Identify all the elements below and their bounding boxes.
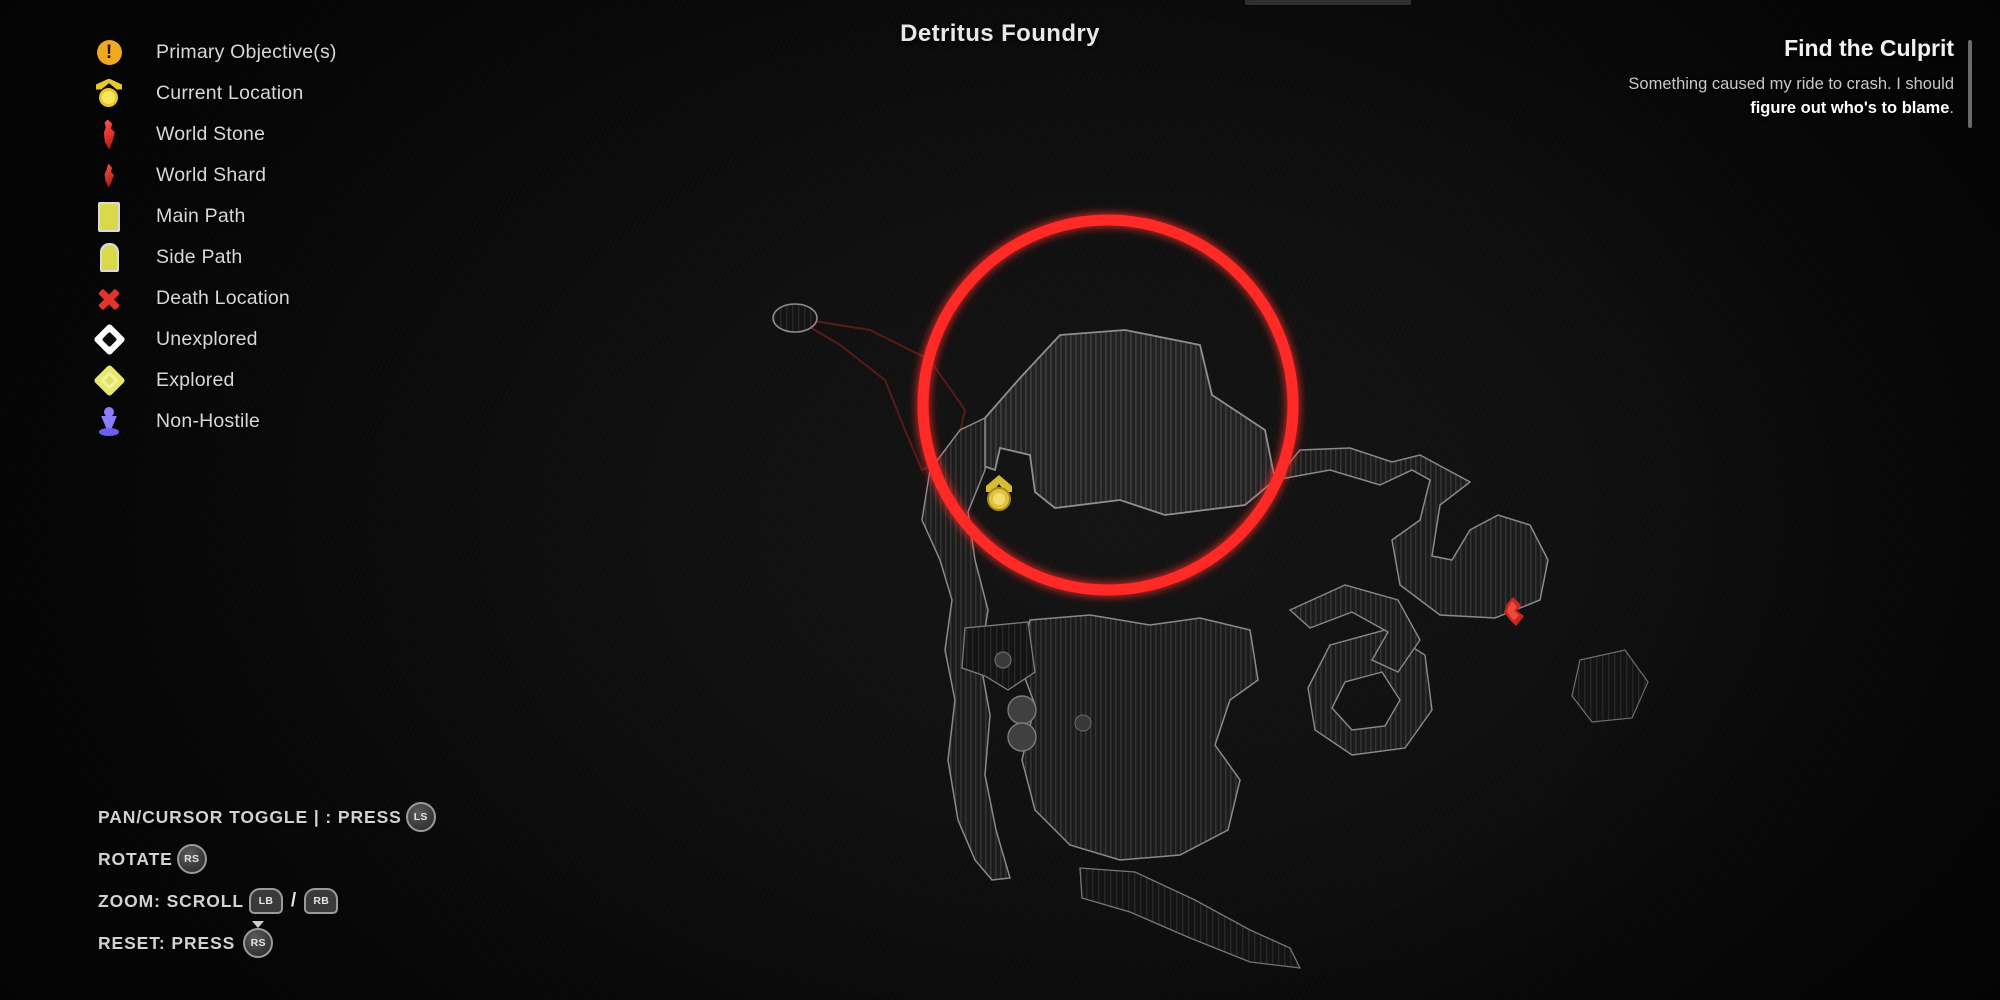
legend-item-current-location: Current Location xyxy=(92,73,337,114)
legend-item-side-path: Side Path xyxy=(92,237,337,278)
control-label: ROTATE xyxy=(98,848,173,869)
button-rs-icon[interactable]: RS xyxy=(176,844,207,874)
legend-item-death-location: Death Location xyxy=(92,278,337,319)
map-screen: Detritus Foundry Find the Culprit Someth… xyxy=(0,0,2000,1000)
button-lb-icon[interactable]: LB xyxy=(248,888,283,914)
control-label: PAN/CURSOR TOGGLE | : PRESS xyxy=(98,806,402,827)
legend-label: Unexplored xyxy=(156,328,258,350)
explored-diamond-icon xyxy=(92,364,126,398)
legend-label: Death Location xyxy=(156,287,290,309)
legend-label: Current Location xyxy=(156,82,304,104)
primary-objective-icon: ! xyxy=(92,36,126,70)
map-legend: ! Primary Objective(s) Current Location … xyxy=(92,32,337,442)
button-separator: / xyxy=(290,890,297,911)
press-down-arrow-icon xyxy=(252,921,265,928)
quest-description-period: . xyxy=(1949,99,1954,117)
legend-label: Primary Objective(s) xyxy=(156,41,337,63)
world-shard-icon xyxy=(92,159,126,193)
side-path-door-icon xyxy=(92,241,126,275)
button-rb-icon[interactable]: RB xyxy=(304,888,339,914)
legend-label: Side Path xyxy=(156,246,243,268)
control-hint-reset: RESET: PRESS RS xyxy=(98,921,440,964)
world-stone-icon xyxy=(92,118,126,152)
legend-item-explored: Explored xyxy=(92,360,337,401)
legend-label: Main Path xyxy=(156,205,246,227)
button-ls-icon[interactable]: LS xyxy=(405,802,436,832)
legend-item-world-shard: World Shard xyxy=(92,155,337,196)
control-label: ZOOM: SCROLL xyxy=(98,890,244,911)
legend-item-non-hostile: Non-Hostile xyxy=(92,401,337,442)
main-path-door-icon xyxy=(92,200,126,234)
legend-label: Explored xyxy=(156,369,235,391)
control-hint-rotate: ROTATE RS xyxy=(98,838,440,880)
quest-title: Find the Culprit xyxy=(1784,35,1954,61)
button-rs-press-wrap[interactable]: RS xyxy=(239,921,277,958)
current-location-icon xyxy=(92,77,126,111)
control-hint-pan-cursor-toggle: PAN/CURSOR TOGGLE | : PRESS LS xyxy=(98,796,440,838)
legend-item-world-stone: World Stone xyxy=(92,114,337,155)
quest-description-objective: figure out who's to blame xyxy=(1750,99,1950,117)
quest-panel: Find the Culprit Something caused my rid… xyxy=(1484,33,1972,128)
death-location-icon xyxy=(92,282,126,316)
control-hints: PAN/CURSOR TOGGLE | : PRESS LS ROTATE RS… xyxy=(98,796,440,964)
map-terrain xyxy=(772,303,1649,969)
current-location-marker[interactable] xyxy=(986,475,1012,511)
legend-item-unexplored: Unexplored xyxy=(92,319,337,360)
legend-label: World Shard xyxy=(156,164,267,186)
legend-item-main-path: Main Path xyxy=(92,196,337,237)
control-label: RESET: PRESS xyxy=(98,932,236,953)
non-hostile-icon xyxy=(92,405,126,439)
unexplored-diamond-icon xyxy=(92,323,126,357)
quest-description: Something caused my ride to crash. I sho… xyxy=(1484,72,1954,120)
control-hint-zoom: ZOOM: SCROLL LB / RB xyxy=(98,880,440,922)
legend-item-primary-objective: ! Primary Objective(s) xyxy=(92,32,337,73)
quest-description-line1: Something caused my ride to crash. I sho… xyxy=(1628,75,1954,93)
quest-divider xyxy=(1968,40,1972,128)
top-tab-indicator[interactable] xyxy=(1245,0,1411,5)
legend-label: World Stone xyxy=(156,123,266,145)
legend-label: Non-Hostile xyxy=(156,410,261,432)
button-rs-icon[interactable]: RS xyxy=(243,928,274,958)
